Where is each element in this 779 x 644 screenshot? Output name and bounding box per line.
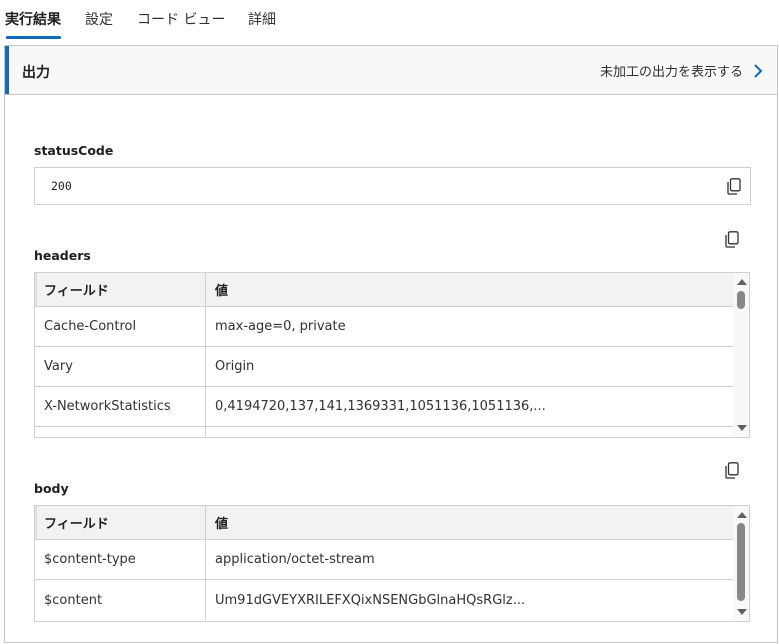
field-cell: Cache-Control — [35, 307, 206, 346]
scroll-down-arrow-icon[interactable] — [737, 425, 747, 431]
tab-settings[interactable]: 設定 — [85, 9, 113, 29]
headers-table: フィールド 値 Cache-Control max-age=0, private… — [34, 272, 750, 438]
scrollbar-thumb[interactable] — [737, 523, 745, 601]
scroll-down-arrow-icon[interactable] — [737, 609, 747, 615]
headers-scrollbar[interactable] — [733, 273, 749, 437]
field-cell: Vary — [35, 347, 206, 386]
scroll-up-arrow-icon[interactable] — [737, 279, 747, 285]
table-row: Vary Origin — [35, 347, 735, 387]
column-header-field: フィールド — [35, 273, 206, 306]
status-code-label: statusCode — [34, 143, 114, 158]
chevron-right-icon — [754, 63, 763, 78]
active-tab-indicator — [6, 36, 61, 39]
value-cell: max-age=0, private — [215, 319, 346, 334]
copy-icon[interactable] — [727, 178, 741, 195]
field-cell: $content — [35, 580, 206, 620]
show-raw-output-link[interactable]: 未加工の出力を表示する — [600, 61, 765, 80]
value-cell — [206, 427, 735, 437]
body-label: body — [34, 481, 69, 496]
column-header-value: 値 — [215, 517, 229, 532]
table-row: $content-type application/octet-stream — [35, 540, 735, 580]
output-header: 出力 未加工の出力を表示する — [5, 46, 777, 95]
show-raw-output-label: 未加工の出力を表示する — [599, 65, 743, 80]
headers-label: headers — [34, 248, 91, 263]
scroll-up-arrow-icon[interactable] — [737, 512, 747, 518]
body-table: フィールド 値 $content-type application/octet-… — [34, 505, 750, 622]
copy-icon[interactable] — [725, 231, 739, 248]
value-cell: Origin — [215, 359, 255, 374]
status-code-field: 200 — [34, 167, 751, 205]
field-cell — [35, 427, 206, 437]
tab-details[interactable]: 詳細 — [248, 9, 276, 29]
copy-icon[interactable] — [725, 462, 739, 479]
table-header-row: フィールド 値 — [35, 273, 735, 307]
table-row: Cache-Control max-age=0, private — [35, 307, 735, 347]
tab-run-results[interactable]: 実行結果 — [5, 9, 61, 29]
table-header-row: フィールド 値 — [35, 506, 735, 540]
tab-code-view[interactable]: コード ビュー — [137, 9, 225, 29]
scrollbar-thumb[interactable] — [737, 291, 745, 309]
value-cell: application/octet-stream — [215, 552, 375, 567]
column-header-value: 値 — [215, 284, 229, 299]
output-panel: 出力 未加工の出力を表示する statusCode 200 headers フィ… — [4, 45, 778, 643]
table-row: $content Um91dGVEYXRILEFXQixNSENGbGlnaHQ… — [35, 580, 735, 620]
header-accent-bar — [5, 46, 9, 94]
field-cell: X-NetworkStatistics — [35, 387, 206, 426]
column-header-field: フィールド — [35, 506, 206, 539]
value-cell: Um91dGVEYXRILEFXQixNSENGbGlnaHQsRGlz... — [215, 592, 526, 608]
table-row — [35, 427, 735, 437]
tab-bar: 実行結果 設定 コード ビュー 詳細 — [0, 0, 779, 44]
output-title: 出力 — [22, 65, 50, 81]
table-row: X-NetworkStatistics 0,4194720,137,141,13… — [35, 387, 735, 427]
body-scrollbar[interactable] — [733, 506, 749, 621]
field-cell: $content-type — [35, 540, 206, 579]
value-cell: 0,4194720,137,141,1369331,1051136,105113… — [215, 399, 546, 414]
status-code-value: 200 — [51, 179, 72, 193]
